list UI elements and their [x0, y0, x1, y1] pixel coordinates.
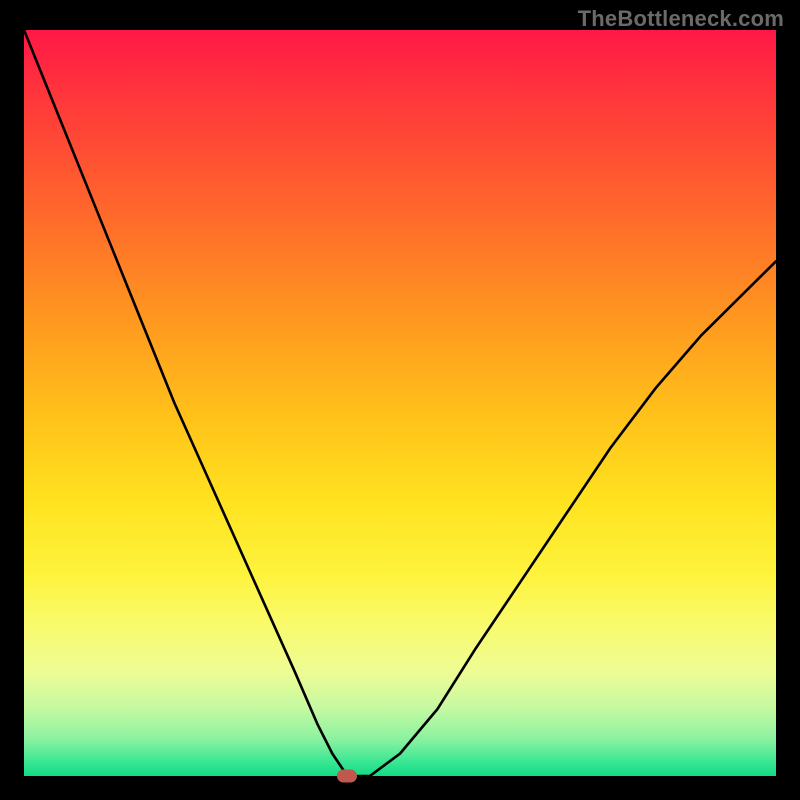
- optimum-marker: [337, 770, 357, 783]
- plot-area: [24, 30, 776, 776]
- bottleneck-curve: [24, 30, 776, 776]
- curve-layer: [24, 30, 776, 776]
- watermark-text: TheBottleneck.com: [578, 6, 784, 32]
- chart-root: TheBottleneck.com: [0, 0, 800, 800]
